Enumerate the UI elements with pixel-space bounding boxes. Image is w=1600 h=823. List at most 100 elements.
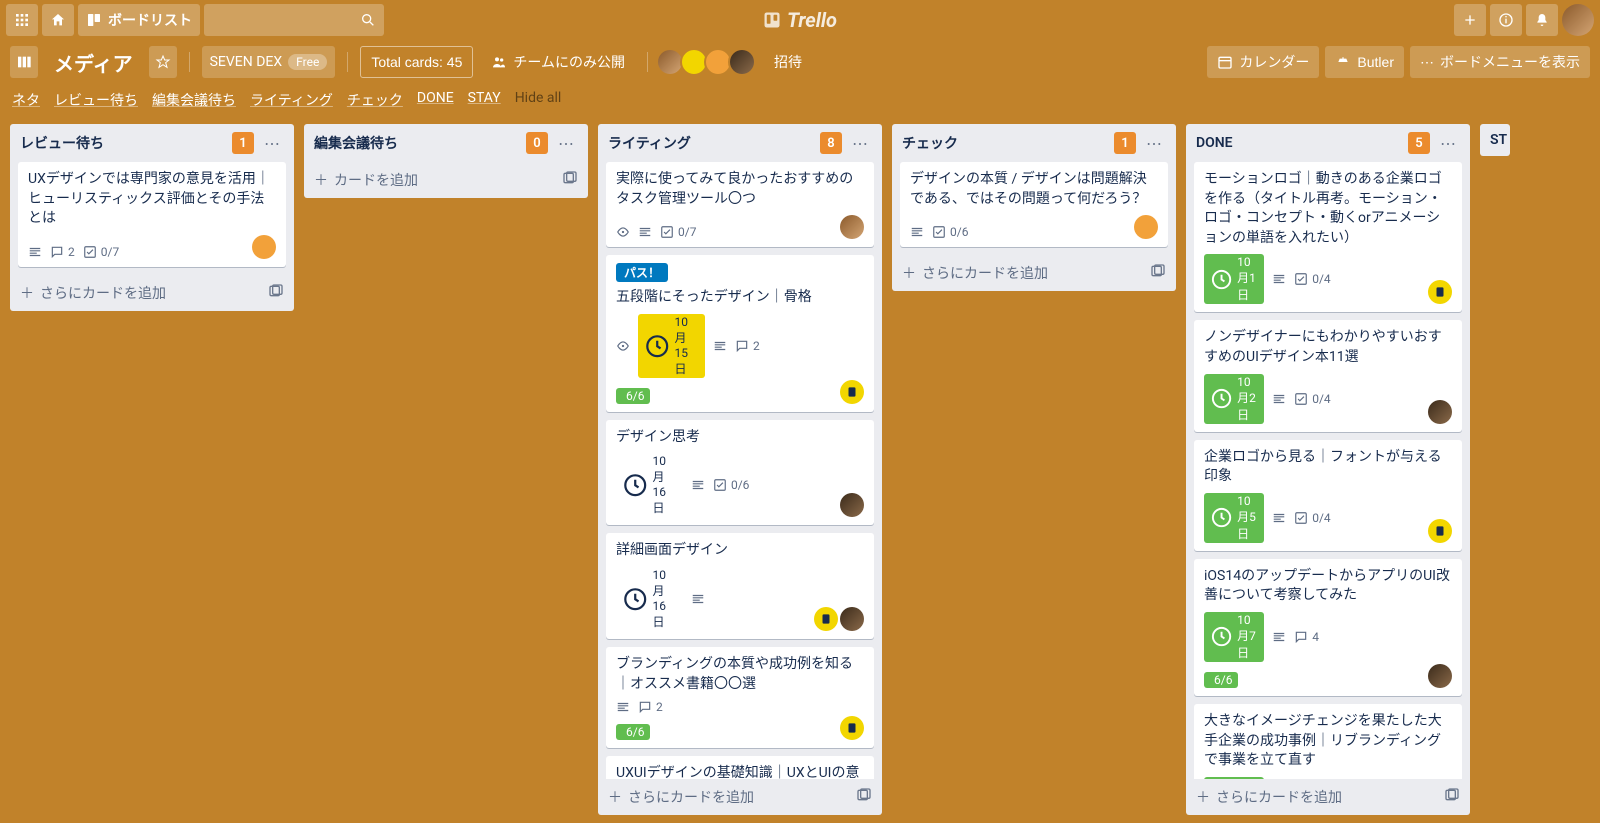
team-chip[interactable]: SEVEN DEX Free <box>202 46 336 78</box>
card[interactable]: デザインの本質 / デザインは問題解決である、ではその問題って何だろう？ 0/6 <box>900 162 1168 247</box>
card-title: UXデザインでは専門家の意見を活用｜ヒューリスティックス評価とその手法とは <box>28 170 276 229</box>
trello-icon <box>763 11 781 29</box>
desc-badge <box>638 225 652 239</box>
filter-item[interactable]: チェック <box>347 90 403 110</box>
add-card-button[interactable]: ＋さらにカードを追加 <box>598 779 882 815</box>
card[interactable]: iOS14のアップデートからアプリのUI改善について考察してみた 10月7日46… <box>1194 559 1462 696</box>
date-badge: 10月15日 <box>638 314 705 378</box>
card[interactable]: 大きなイメージチェンジを果たした大手企業の成功事例｜リブランディングで事業を立て… <box>1194 704 1462 779</box>
list-cards: 実際に使ってみて良かったおすすめのタスク管理ツール〇つ 0/7 パス！五段階にそ… <box>598 162 882 779</box>
boards-button[interactable]: ボードリスト <box>78 4 200 36</box>
list-menu-button[interactable]: ⋯ <box>260 134 284 153</box>
create-button[interactable] <box>1454 4 1486 36</box>
date-badge: 10月1日 <box>1204 254 1264 304</box>
template-icon[interactable] <box>1444 787 1460 807</box>
member-avatar[interactable] <box>814 607 838 631</box>
template-icon[interactable] <box>1150 263 1166 283</box>
filter-item[interactable]: DONE <box>417 90 454 110</box>
topbar: ボードリスト Trello <box>0 0 1600 40</box>
member-avatar[interactable] <box>1134 215 1158 239</box>
member-avatar[interactable] <box>840 215 864 239</box>
visibility-button[interactable]: チームにのみ公開 <box>481 46 635 78</box>
card[interactable]: パス！五段階にそったデザイン｜骨格 10月15日26/6 <box>606 255 874 412</box>
member-avatar[interactable] <box>840 716 864 740</box>
user-avatar[interactable] <box>1562 4 1594 36</box>
board-icon <box>86 12 102 28</box>
calendar-button[interactable]: カレンダー <box>1207 46 1319 78</box>
card-title: モーションロゴ｜動きのある企業ロゴを作る（タイトル再考。モーション・ロゴ・コンセ… <box>1204 170 1452 248</box>
card[interactable]: 詳細画面デザイン 10月16日 <box>606 533 874 639</box>
divider <box>189 52 190 72</box>
filter-item[interactable]: 編集会議待ち <box>152 90 236 110</box>
list-title[interactable]: DONE <box>1196 135 1402 151</box>
apps-button[interactable] <box>6 4 38 36</box>
card[interactable]: モーションロゴ｜動きのある企業ロゴを作る（タイトル再考。モーション・ロゴ・コンセ… <box>1194 162 1462 312</box>
add-card-label: カードを追加 <box>334 170 418 190</box>
add-card-button[interactable]: ＋さらにカードを追加 <box>10 275 294 311</box>
card-title: ブランディングの本質や成功例を知る｜オススメ書籍〇〇選 <box>616 655 864 694</box>
home-button[interactable] <box>42 4 74 36</box>
star-button[interactable] <box>149 46 177 78</box>
template-icon[interactable] <box>856 787 872 807</box>
search-input[interactable] <box>204 4 384 36</box>
card[interactable]: UXデザインでは専門家の意見を活用｜ヒューリスティックス評価とその手法とは 20… <box>18 162 286 267</box>
filter-item[interactable]: ライティング <box>250 90 333 110</box>
list-title[interactable]: ライティング <box>608 133 814 153</box>
filter-item[interactable]: レビュー待ち <box>54 90 138 110</box>
list-title[interactable]: 編集会議待ち <box>314 133 520 153</box>
template-icon[interactable] <box>268 283 284 303</box>
add-card-button[interactable]: ＋ カードを追加 <box>304 162 588 198</box>
list-menu-button[interactable]: ⋯ <box>1142 134 1166 153</box>
list-count: 1 <box>1114 132 1136 154</box>
card[interactable]: 実際に使ってみて良かったおすすめのタスク管理ツール〇つ 0/7 <box>606 162 874 247</box>
butler-button[interactable]: Butler <box>1325 46 1404 78</box>
board-members[interactable] <box>660 48 756 76</box>
board-title[interactable]: メディア <box>46 48 141 77</box>
invite-label: 招待 <box>774 52 802 72</box>
list-title[interactable]: レビュー待ち <box>20 133 226 153</box>
notifications-button[interactable] <box>1526 4 1558 36</box>
template-icon[interactable] <box>562 170 578 190</box>
info-button[interactable] <box>1490 4 1522 36</box>
card[interactable]: ブランディングの本質や成功例を知る｜オススメ書籍〇〇選 26/6 <box>606 647 874 748</box>
card-label: パス！ <box>616 263 668 282</box>
date-badge: 10月5日 <box>1204 493 1264 543</box>
divider <box>647 52 648 72</box>
card[interactable]: ノンデザイナーにもわかりやすいおすすめのUIデザイン本11選 10月2日0/4 <box>1194 320 1462 431</box>
member-avatar[interactable] <box>252 235 276 259</box>
card-title: デザインの本質 / デザインは問題解決である、ではその問題って何だろう？ <box>910 170 1158 209</box>
member-avatar[interactable] <box>840 607 864 631</box>
card[interactable]: 企業ロゴから見る｜フォントが与える印象 10月5日0/4 <box>1194 440 1462 551</box>
filter-item[interactable]: ネタ <box>12 90 40 110</box>
desc-badge <box>691 478 705 492</box>
filter-hide-all[interactable]: Hide all <box>515 90 562 110</box>
total-cards-button[interactable]: Total cards: 45 <box>360 46 473 78</box>
add-card-button[interactable]: ＋さらにカードを追加 <box>892 255 1176 291</box>
list-menu-button[interactable]: ⋯ <box>1436 134 1460 153</box>
checklist-badge: 0/6 <box>713 478 749 492</box>
list-title[interactable]: チェック <box>902 133 1108 153</box>
card[interactable]: デザイン思考 10月16日0/6 <box>606 420 874 526</box>
show-menu-button[interactable]: ⋯ ボードメニューを表示 <box>1410 46 1590 78</box>
member-avatar[interactable] <box>1428 664 1452 688</box>
filter-bar: ネタ レビュー待ち 編集会議待ち ライティング チェック DONE STAY H… <box>0 84 1600 116</box>
board-view-button[interactable] <box>10 46 38 78</box>
member-avatar[interactable] <box>1428 519 1452 543</box>
member-avatar[interactable] <box>840 493 864 517</box>
desc-badge <box>691 592 705 606</box>
checklist-badge: 0/7 <box>83 245 119 259</box>
desc-badge <box>1272 392 1286 406</box>
plus-icon: ＋ <box>314 170 328 190</box>
list-menu-button[interactable]: ⋯ <box>848 134 872 153</box>
list-menu-button[interactable]: ⋯ <box>554 134 578 153</box>
member-avatar[interactable] <box>1428 280 1452 304</box>
member-avatar[interactable] <box>728 48 756 76</box>
invite-button[interactable]: 招待 <box>764 46 812 78</box>
add-card-button[interactable]: ＋さらにカードを追加 <box>1186 779 1470 815</box>
card[interactable]: UXUIデザインの基礎知識｜UXとUIの意味や違いについてわかりやすく解説 <box>606 756 874 779</box>
list[interactable]: ST <box>1480 124 1510 156</box>
board-canvas[interactable]: レビュー待ち 1 ⋯ UXデザインでは専門家の意見を活用｜ヒューリスティックス評… <box>0 116 1600 823</box>
member-avatar[interactable] <box>840 380 864 404</box>
member-avatar[interactable] <box>1428 400 1452 424</box>
filter-item[interactable]: STAY <box>468 90 501 110</box>
